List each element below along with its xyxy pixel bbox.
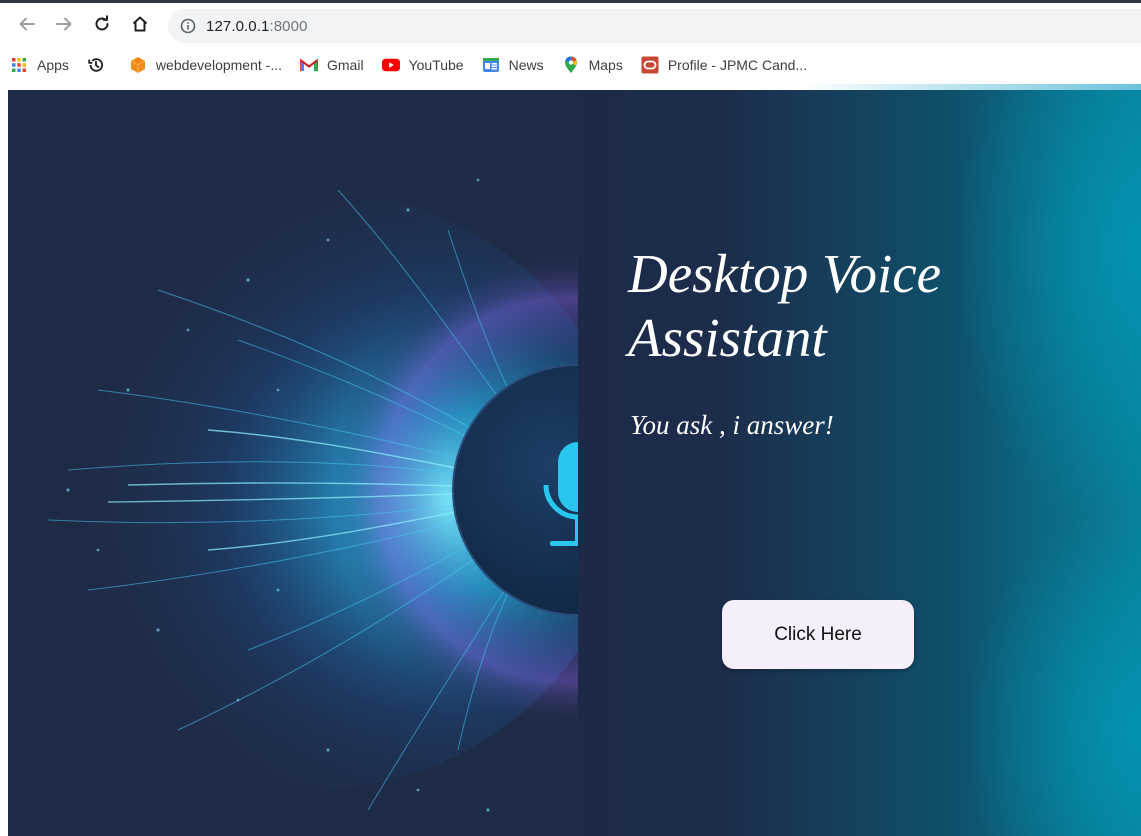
bookmark-gmail[interactable]: Gmail — [290, 51, 372, 79]
bookmark-label: Maps — [588, 57, 623, 73]
bookmark-label: webdevelopment -... — [155, 57, 282, 73]
back-button[interactable] — [11, 8, 43, 40]
apps-grid-icon — [10, 56, 28, 74]
voice-visual-panel — [8, 90, 578, 836]
bookmark-history[interactable] — [77, 51, 119, 79]
google-news-icon — [482, 56, 500, 74]
address-bar[interactable]: 127.0.0.1:8000 — [168, 9, 1141, 43]
web-page: Desktop Voice Assistant You ask , i answ… — [8, 90, 1141, 836]
maps-pin-icon — [562, 56, 580, 74]
bookmark-label: Apps — [37, 57, 69, 73]
forward-button[interactable] — [48, 8, 80, 40]
home-icon — [132, 16, 148, 32]
orange-cube-icon — [129, 56, 147, 74]
bookmark-label: News — [508, 57, 544, 73]
gmail-icon — [300, 56, 318, 74]
home-button[interactable] — [124, 8, 156, 40]
bookmark-profile-jpmc[interactable]: Profile - JPMC Cand... — [631, 51, 815, 79]
history-icon — [87, 56, 105, 74]
bookmark-news[interactable]: News — [472, 51, 552, 79]
forward-arrow-icon — [56, 17, 72, 31]
bookmark-label: YouTube — [408, 57, 464, 73]
address-url: 127.0.0.1:8000 — [206, 18, 308, 35]
bookmark-webdevelopment[interactable]: webdevelopment -... — [119, 51, 290, 79]
bookmark-label: Gmail — [327, 57, 364, 73]
bookmark-maps[interactable]: Maps — [552, 51, 631, 79]
youtube-icon — [381, 56, 400, 74]
bookmarks-bar: Apps webdevelopment -... Gmail YouTube N… — [0, 47, 1141, 83]
tagline: You ask , i answer! — [630, 410, 834, 440]
url-host: 127.0.0.1 — [206, 17, 270, 35]
browser-chrome: 127.0.0.1:8000 Apps webdevelopment -... — [0, 0, 1141, 84]
page-title: Desktop Voice Assistant — [628, 243, 942, 368]
reload-button[interactable] — [86, 8, 118, 40]
reload-icon — [95, 15, 109, 31]
voice-burst-illustration — [8, 178, 578, 812]
bookmark-apps[interactable]: Apps — [0, 51, 77, 79]
oracle-icon — [641, 56, 659, 74]
bookmark-youtube[interactable]: YouTube — [372, 51, 472, 79]
bookmark-label: Profile - JPMC Cand... — [667, 57, 808, 73]
hero-content-panel: Desktop Voice Assistant You ask , i answ… — [578, 90, 1141, 836]
url-port: :8000 — [269, 17, 308, 35]
click-here-button[interactable]: Click Here — [722, 600, 914, 669]
back-arrow-icon — [19, 17, 35, 31]
browser-toolbar: 127.0.0.1:8000 — [0, 6, 1141, 46]
site-info-icon[interactable] — [180, 18, 196, 34]
